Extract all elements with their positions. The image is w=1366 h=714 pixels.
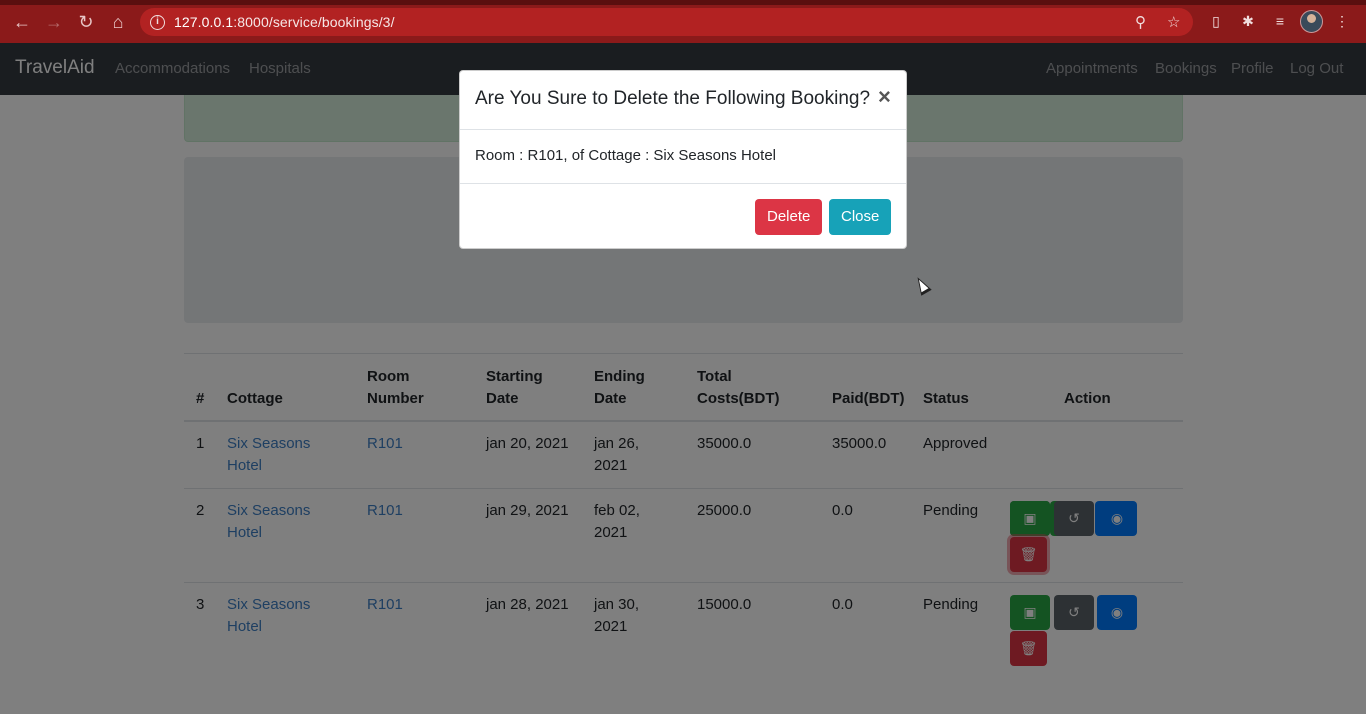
address-bar[interactable]: i 127.0.0.1:8000/service/bookings/3/ ⚲ ☆ [140,8,1193,36]
arrow-left-icon[interactable]: ← [11,11,33,33]
avatar[interactable] [1300,10,1323,33]
media-icon[interactable]: ≡ [1271,12,1289,30]
zoom-icon[interactable]: ⚲ [1135,13,1146,31]
kebab-menu-icon[interactable]: ⋮ [1333,12,1351,30]
delete-confirm-modal: Are You Sure to Delete the Following Boo… [459,70,907,249]
modal-header: Are You Sure to Delete the Following Boo… [460,71,906,130]
url-text: 127.0.0.1:8000/service/bookings/3/ [174,14,395,30]
puzzle-icon[interactable]: ✱ [1239,12,1257,30]
modal-footer: Delete Close [460,184,906,248]
modal-body-text: Room : R101, of Cottage : Six Seasons Ho… [475,147,776,164]
star-icon[interactable]: ☆ [1167,13,1180,31]
info-icon[interactable]: i [150,14,165,30]
browser-toolbar: ← → ↻ ⌂ i 127.0.0.1:8000/service/booking… [0,0,1366,43]
modal-body: Room : R101, of Cottage : Six Seasons Ho… [460,130,906,184]
reload-icon[interactable]: ↻ [75,11,97,33]
delete-button[interactable]: Delete [755,199,823,235]
arrow-right-icon[interactable]: → [43,11,65,33]
home-icon[interactable]: ⌂ [107,11,129,33]
close-button[interactable]: Close [829,199,892,235]
close-icon[interactable]: × [878,84,891,110]
url-host: 127.0.0.1 [174,14,234,30]
url-path: :8000/service/bookings/3/ [233,14,395,30]
reading-list-icon[interactable]: ▯ [1207,12,1225,30]
modal-title: Are You Sure to Delete the Following Boo… [475,88,871,109]
